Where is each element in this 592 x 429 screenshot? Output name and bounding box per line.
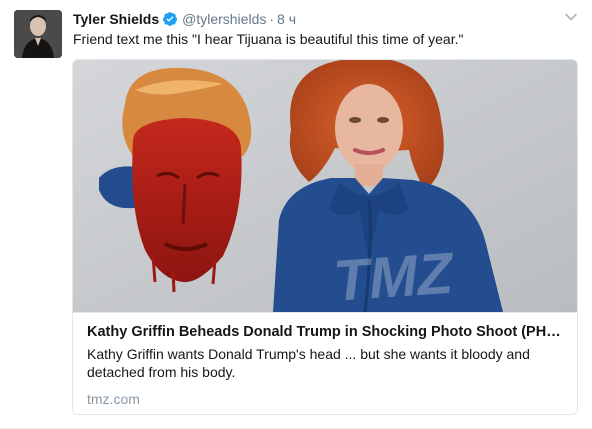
link-card[interactable]: TMZ Kathy Griffin Beheads Donald Trump i… xyxy=(72,59,578,415)
avatar[interactable] xyxy=(14,10,62,58)
avatar-image xyxy=(14,10,62,58)
author-handle[interactable]: @tylershields xyxy=(182,11,266,27)
tweet-timestamp[interactable]: 8 ч xyxy=(277,11,296,27)
card-description: Kathy Griffin wants Donald Trump's head … xyxy=(87,346,530,380)
card-title[interactable]: Kathy Griffin Beheads Donald Trump in Sh… xyxy=(87,322,563,342)
chevron-down-icon[interactable] xyxy=(564,10,578,24)
card-photo: TMZ xyxy=(73,60,577,312)
tmz-watermark: TMZ xyxy=(331,240,457,312)
verified-badge-icon xyxy=(163,12,178,26)
tweet[interactable]: Tyler Shields @tylershields · 8 ч Friend te… xyxy=(0,0,592,429)
separator-dot: · xyxy=(269,11,275,27)
author-name[interactable]: Tyler Shields xyxy=(73,11,159,27)
tweet-text: Friend text me this "I hear Tijuana is b… xyxy=(73,31,464,47)
tweet-header: Tyler Shields @tylershields · 8 ч xyxy=(73,9,562,29)
card-image[interactable]: TMZ xyxy=(73,60,577,312)
card-body[interactable]: Kathy Griffin Beheads Donald Trump in Sh… xyxy=(73,312,577,414)
card-domain: tmz.com xyxy=(87,391,140,407)
